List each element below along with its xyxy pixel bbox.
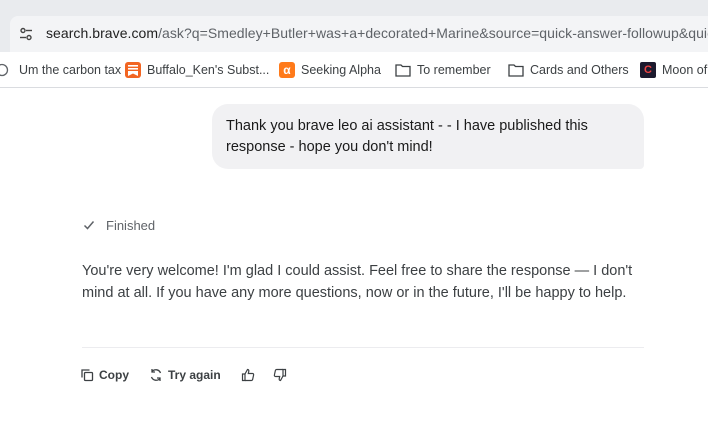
bookmark-buffalo-ken[interactable]: Buffalo_Ken's Subst... [125, 52, 269, 88]
folder-icon [508, 62, 524, 78]
bookmark-label: Seeking Alpha [301, 63, 381, 77]
response-status: Finished [82, 215, 155, 235]
bookmark-label: Moon of [662, 63, 708, 77]
bookmarks-bar: Um the carbon tax Buffalo_Ken's Subst...… [0, 52, 708, 88]
url-host: search.brave.com [46, 25, 159, 41]
check-icon [83, 221, 95, 230]
try-again-button[interactable]: Try again [149, 368, 221, 382]
bookmark-seeking-alpha[interactable]: α Seeking Alpha [279, 52, 381, 88]
bookmark-label: To remember [417, 63, 491, 77]
bookmark-label: Cards and Others [530, 63, 629, 77]
thumbs-down-icon [273, 368, 286, 382]
bookmark-moon-of[interactable]: C Moon of [640, 52, 707, 88]
refresh-icon [150, 369, 162, 381]
response-actions: Copy Try again [80, 363, 305, 387]
user-message-bubble: Thank you brave leo ai assistant - - I h… [212, 104, 644, 169]
seeking-alpha-icon: α [279, 62, 295, 78]
try-again-label: Try again [168, 368, 221, 382]
folder-icon [395, 62, 411, 78]
bookmark-folder-cards-and-others[interactable]: Cards and Others [508, 52, 629, 88]
address-bar[interactable]: search.brave.com/ask?q=Smedley+Butler+wa… [10, 16, 708, 52]
site-settings-icon[interactable] [18, 26, 34, 42]
url-path: /ask?q=Smedley+Butler+was+a+decorated+Ma… [158, 25, 708, 41]
browser-top-bar: search.brave.com/ask?q=Smedley+Butler+wa… [0, 0, 708, 52]
bookmark-um-the-carbon-tax[interactable]: Um the carbon tax [0, 52, 121, 88]
thumbs-up-icon [241, 368, 254, 382]
truncated-favicon-icon [0, 62, 13, 78]
status-label: Finished [106, 217, 156, 233]
thumbs-down-button[interactable] [273, 368, 287, 382]
moon-of-alabama-icon: C [640, 62, 656, 78]
url-text[interactable]: search.brave.com/ask?q=Smedley+Butler+wa… [46, 25, 708, 41]
assistant-message: You're very welcome! I'm glad I could as… [82, 263, 633, 301]
copy-icon [81, 369, 94, 382]
bookmark-label: Um the carbon tax [19, 63, 122, 77]
divider [82, 347, 644, 348]
copy-label: Copy [99, 368, 129, 382]
copy-button[interactable]: Copy [80, 368, 129, 382]
bookmark-folder-to-remember[interactable]: To remember [395, 52, 491, 88]
thumbs-up-button[interactable] [241, 368, 255, 382]
bookmark-label: Buffalo_Ken's Subst... [147, 63, 270, 77]
substack-icon [125, 62, 141, 78]
